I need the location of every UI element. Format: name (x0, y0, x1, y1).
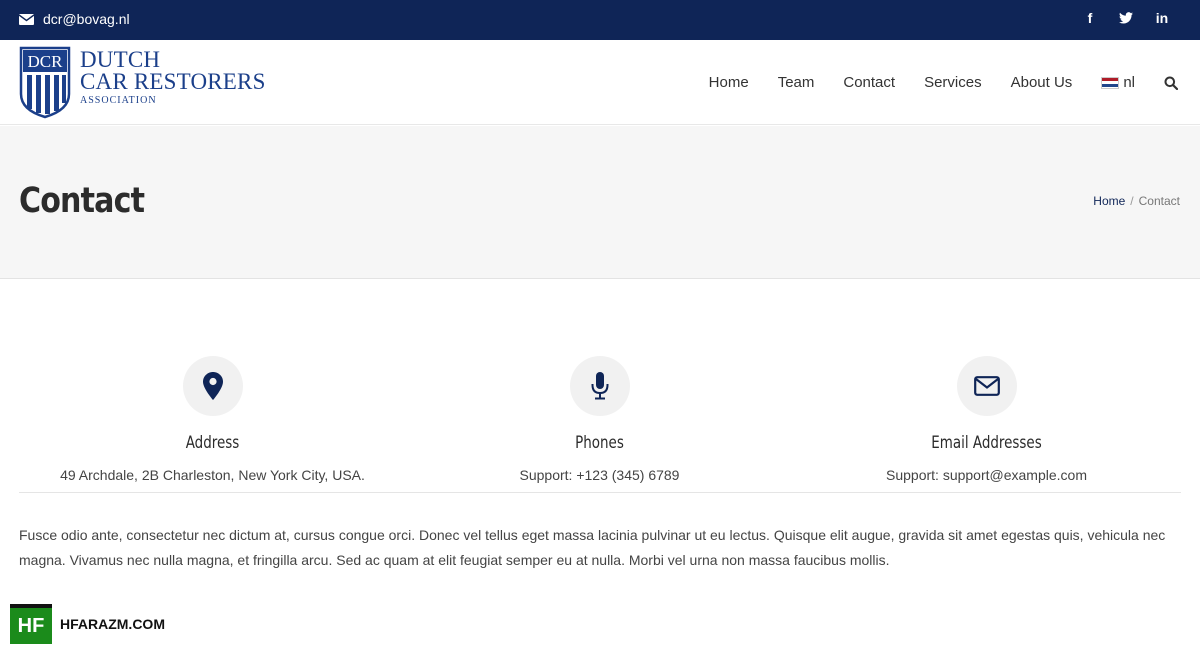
address-card: Address 49 Archdale, 2B Charleston, New … (19, 356, 406, 483)
phones-card: Phones Support: +123 (345) 6789 (406, 356, 793, 483)
contact-info-cards: Address 49 Archdale, 2B Charleston, New … (19, 356, 1181, 493)
breadcrumb-home[interactable]: Home (1093, 194, 1125, 208)
svg-text:DCR: DCR (28, 52, 64, 71)
contact-email[interactable]: dcr@bovag.nl (19, 11, 130, 27)
site-logo[interactable]: DCR DUTCH CAR RESTORERS ASSOCIATION (19, 46, 266, 119)
logo-line-3: ASSOCIATION (80, 95, 157, 106)
nav-item-home[interactable]: Home (709, 74, 749, 91)
logo-line-2: CAR RESTORERS (80, 69, 266, 94)
email-text: Support: support@example.com (886, 467, 1087, 483)
language-label: nl (1123, 74, 1135, 91)
address-text: 49 Archdale, 2B Charleston, New York Cit… (60, 467, 365, 483)
nav-item-about[interactable]: About Us (1011, 74, 1073, 91)
nav-item-contact[interactable]: Contact (843, 74, 895, 91)
phones-text: Support: +123 (345) 6789 (519, 467, 680, 483)
social-links: f in (1072, 10, 1180, 26)
phones-icon-circle (569, 356, 630, 416)
logo-shield-icon: DCR (19, 46, 71, 119)
page-title-bar: Contact Home / Contact (0, 126, 1200, 279)
envelope-icon (19, 13, 34, 25)
language-switcher[interactable]: nl (1101, 74, 1135, 91)
breadcrumb: Home / Contact (1093, 194, 1180, 208)
search-icon[interactable] (1164, 76, 1178, 90)
breadcrumb-current: Contact (1138, 194, 1180, 208)
logo-wordmark: DUTCH CAR RESTORERS ASSOCIATION (80, 47, 266, 106)
contact-email-text: dcr@bovag.nl (43, 11, 130, 27)
top-bar: dcr@bovag.nl f in (0, 0, 1200, 40)
email-card: Email Addresses Support: support@example… (793, 356, 1180, 483)
facebook-icon[interactable]: f (1072, 10, 1108, 26)
watermark: HF HFARAZM.COM (10, 604, 165, 644)
watermark-text: HFARAZM.COM (60, 616, 165, 632)
main-nav: Home Team Contact Services About Us nl (709, 74, 1178, 91)
site-header: DCR DUTCH CAR RESTORERS ASSOCIATION Home… (0, 40, 1200, 125)
breadcrumb-separator: / (1130, 194, 1134, 208)
microphone-icon (591, 372, 608, 400)
linkedin-icon[interactable]: in (1144, 10, 1180, 26)
phones-title: Phones (575, 433, 624, 453)
nav-item-services[interactable]: Services (924, 74, 982, 91)
nav-item-team[interactable]: Team (778, 74, 815, 91)
email-icon-circle (956, 356, 1017, 416)
netherlands-flag-icon (1101, 76, 1120, 89)
map-pin-icon (202, 372, 223, 400)
page-title: Contact (19, 181, 145, 221)
envelope-icon (973, 376, 1000, 396)
twitter-icon[interactable] (1108, 10, 1144, 26)
logo-line-1: DUTCH (80, 47, 161, 72)
address-title: Address (185, 433, 240, 453)
email-title: Email Addresses (931, 433, 1042, 453)
contact-intro-text: Fusce odio ante, consectetur nec dictum … (19, 527, 1166, 568)
address-icon-circle (182, 356, 243, 416)
watermark-badge: HF (10, 604, 52, 644)
